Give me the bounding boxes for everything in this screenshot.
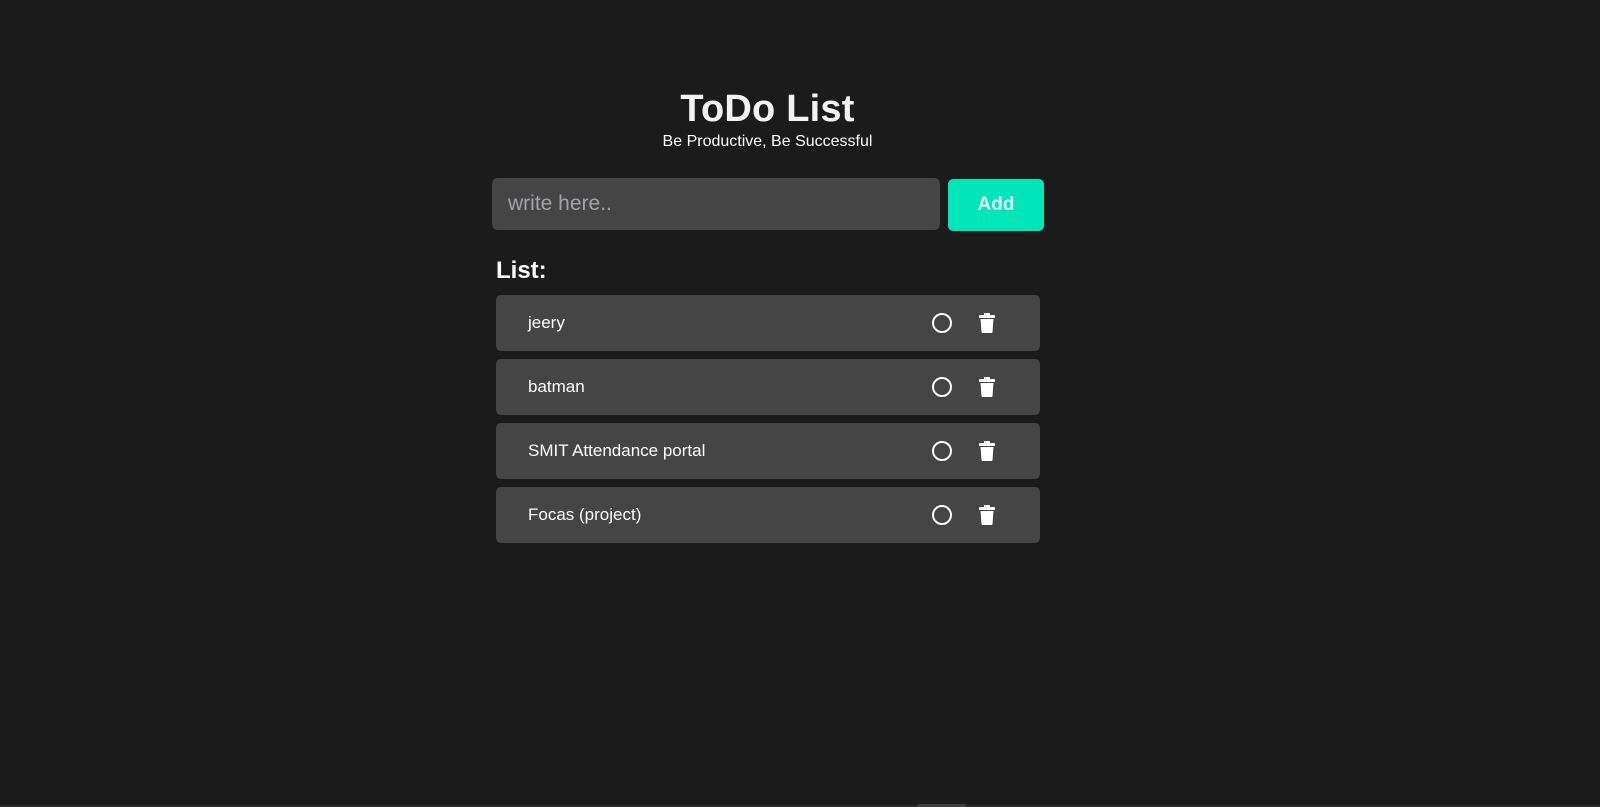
todo-item: SMIT Attendance portal bbox=[496, 423, 1040, 479]
trash-icon[interactable] bbox=[979, 441, 995, 461]
trash-icon[interactable] bbox=[979, 377, 995, 397]
task-input[interactable] bbox=[492, 178, 940, 230]
todo-item-text: jeery bbox=[528, 313, 565, 332]
page-title: ToDo List bbox=[680, 88, 855, 130]
todo-item-text: batman bbox=[528, 377, 585, 396]
header: ToDo List Be Productive, Be Successful bbox=[0, 86, 1535, 152]
todo-item-text: SMIT Attendance portal bbox=[528, 441, 706, 460]
page-subtitle: Be Productive, Be Successful bbox=[662, 133, 873, 150]
todo-list: jeery batman SMIT Attendance portal Foca… bbox=[496, 295, 1040, 551]
list-heading: List: bbox=[496, 257, 547, 284]
circle-icon[interactable] bbox=[932, 505, 952, 525]
todo-item: jeery bbox=[496, 295, 1040, 351]
add-button[interactable]: Add bbox=[948, 179, 1044, 231]
circle-icon[interactable] bbox=[932, 441, 952, 461]
todo-item-text: Focas (project) bbox=[528, 505, 642, 524]
circle-icon[interactable] bbox=[932, 313, 952, 333]
todo-item: Focas (project) bbox=[496, 487, 1040, 543]
trash-icon[interactable] bbox=[979, 313, 995, 333]
add-task-form: Add bbox=[492, 178, 1044, 231]
todo-app: ToDo List Be Productive, Be Successful A… bbox=[0, 0, 1600, 807]
circle-icon[interactable] bbox=[932, 377, 952, 397]
todo-item: batman bbox=[496, 359, 1040, 415]
trash-icon[interactable] bbox=[979, 505, 995, 525]
